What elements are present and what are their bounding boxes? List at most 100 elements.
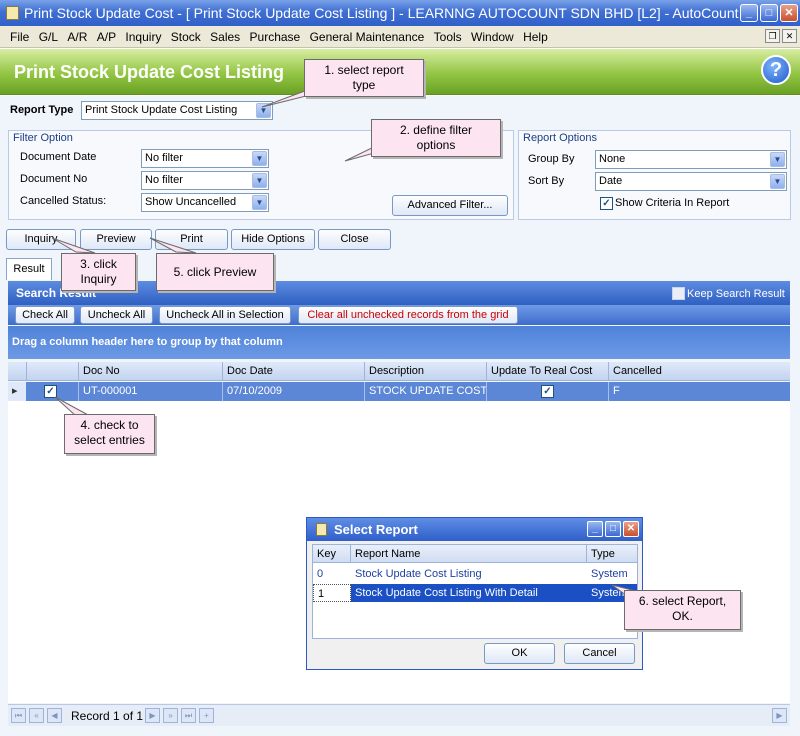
dialog-minimize-button[interactable]: _ [587, 521, 603, 537]
row-indicator-icon: ▸ [8, 382, 26, 401]
hide-options-button[interactable]: Hide Options [231, 229, 315, 250]
report-options-title: Report Options [523, 132, 597, 144]
column-doc-date[interactable]: Doc Date [222, 362, 364, 381]
row-select-cell[interactable]: ✓ [26, 382, 78, 401]
cell-doc-no: UT-000001 [78, 382, 222, 401]
show-criteria-label: Show Criteria In Report [615, 197, 730, 209]
chevron-down-icon[interactable]: ▼ [252, 173, 267, 188]
column-update-to-real-cost[interactable]: Update To Real Cost [486, 362, 608, 381]
report-type-value: Print Stock Update Cost Listing [85, 104, 238, 116]
callout-5: 5. click Preview [156, 253, 274, 291]
next-record-icon[interactable]: ▶ [145, 708, 160, 723]
mdi-restore-button[interactable]: ❐ [765, 29, 780, 43]
group-by-panel[interactable]: Drag a column header here to group by th… [8, 326, 790, 359]
column-doc-no[interactable]: Doc No [78, 362, 222, 381]
menu-general-maintenance[interactable]: General Maintenance [307, 26, 428, 48]
add-record-icon[interactable]: + [199, 708, 214, 723]
inquiry-button[interactable]: Inquiry [6, 229, 76, 250]
table-row[interactable]: ▸ ✓ UT-000001 07/10/2009 STOCK UPDATE CO… [8, 382, 790, 401]
uncheck-all-in-selection-button[interactable]: Uncheck All in Selection [159, 306, 291, 324]
print-button[interactable]: Print [155, 229, 228, 250]
chevron-down-icon[interactable]: ▼ [770, 174, 785, 189]
tab-result[interactable]: Result [6, 258, 52, 280]
last-record-icon[interactable]: ⏭ [181, 708, 196, 723]
help-icon[interactable]: ? [761, 55, 791, 85]
menu-ar[interactable]: A/R [64, 26, 90, 48]
prev-record-icon[interactable]: ◀ [47, 708, 62, 723]
next-page-icon[interactable]: » [163, 708, 178, 723]
prev-page-icon[interactable]: « [29, 708, 44, 723]
menu-window[interactable]: Window [468, 26, 517, 48]
dialog-title: Select Report [334, 522, 418, 537]
document-date-combo[interactable]: No filter ▼ [141, 149, 269, 168]
app-icon [6, 6, 19, 20]
report-row-1-key[interactable]: 1 [313, 584, 351, 602]
first-record-icon[interactable]: ⏮ [11, 708, 26, 723]
record-count: Record 1 of 1 [71, 709, 144, 723]
document-no-combo[interactable]: No filter ▼ [141, 171, 269, 190]
menu-file[interactable]: File [0, 26, 32, 48]
page-title: Print Stock Update Cost Listing [14, 62, 285, 82]
report-row-0-name[interactable]: Stock Update Cost Listing [351, 565, 587, 583]
show-criteria-checkbox[interactable]: ✓ [600, 197, 613, 210]
group-by-label: Group By [528, 153, 575, 165]
group-by-combo[interactable]: None ▼ [595, 150, 787, 169]
column-description[interactable]: Description [364, 362, 486, 381]
menu-stock[interactable]: Stock [168, 26, 204, 48]
preview-button[interactable]: Preview [80, 229, 152, 250]
check-all-button[interactable]: Check All [15, 306, 75, 324]
report-row-0-type[interactable]: System [587, 565, 637, 583]
callout-4: 4. check to select entries [64, 414, 155, 454]
sort-by-combo[interactable]: Date ▼ [595, 172, 787, 191]
column-report-name[interactable]: Report Name [351, 545, 587, 563]
report-type-combo[interactable]: Print Stock Update Cost Listing ▼ [81, 101, 273, 120]
close-button[interactable]: Close [318, 229, 391, 250]
dialog-close-button[interactable]: ✕ [623, 521, 639, 537]
dialog-ok-button[interactable]: OK [484, 643, 555, 664]
column-type[interactable]: Type [587, 545, 637, 563]
update-to-real-cost-checkbox: ✓ [541, 385, 554, 398]
menu-tools[interactable]: Tools [431, 26, 465, 48]
chevron-down-icon[interactable]: ▼ [252, 195, 267, 210]
menu-sales[interactable]: Sales [207, 26, 243, 48]
cancelled-status-combo[interactable]: Show Uncancelled ▼ [141, 193, 269, 212]
menu-bar: File G/L A/R A/P Inquiry Stock Sales Pur… [0, 26, 800, 48]
close-window-button[interactable]: ✕ [780, 4, 798, 22]
dialog-maximize-button[interactable]: □ [605, 521, 621, 537]
advanced-filter-button[interactable]: Advanced Filter... [392, 195, 508, 216]
cancelled-status-label: Cancelled Status: [20, 195, 107, 207]
window-title-bar: Print Stock Update Cost - [ Print Stock … [0, 0, 800, 26]
maximize-button[interactable]: □ [760, 4, 778, 22]
document-date-label: Document Date [20, 151, 97, 163]
report-row-0-key[interactable]: 0 [313, 565, 351, 583]
uncheck-all-button[interactable]: Uncheck All [80, 306, 153, 324]
scroll-right-icon[interactable]: ▶ [772, 708, 787, 723]
cell-update-to-real-cost: ✓ [486, 382, 608, 401]
cell-cancelled: F [608, 382, 790, 401]
row-select-checkbox[interactable]: ✓ [44, 385, 57, 398]
cell-doc-date: 07/10/2009 [222, 382, 364, 401]
select-column-header[interactable] [26, 362, 84, 381]
dialog-cancel-button[interactable]: Cancel [564, 643, 635, 664]
chevron-down-icon[interactable]: ▼ [770, 152, 785, 167]
record-navigator: ⏮ « ◀ Record 1 of 1 ▶ » ⏭ + ▶ [8, 704, 790, 726]
menu-gl[interactable]: G/L [36, 26, 61, 48]
window-title: Print Stock Update Cost - [ Print Stock … [24, 5, 755, 21]
report-list: Key Report Name Type 0 Stock Update Cost… [312, 544, 638, 639]
menu-ap[interactable]: A/P [94, 26, 119, 48]
clear-unchecked-button[interactable]: Clear all unchecked records from the gri… [298, 306, 518, 324]
column-key[interactable]: Key [313, 545, 351, 563]
report-row-1-name[interactable]: Stock Update Cost Listing With Detail [351, 584, 587, 602]
callout-6: 6. select Report, OK. [624, 590, 741, 630]
dialog-app-icon [316, 523, 327, 536]
menu-inquiry[interactable]: Inquiry [122, 26, 164, 48]
chevron-down-icon[interactable]: ▼ [252, 151, 267, 166]
chevron-down-icon[interactable]: ▼ [256, 103, 271, 118]
keep-search-result-checkbox[interactable] [672, 287, 685, 300]
mdi-close-button[interactable]: ✕ [782, 29, 797, 43]
minimize-button[interactable]: _ [740, 4, 758, 22]
document-no-value: No filter [145, 174, 183, 186]
column-cancelled[interactable]: Cancelled [608, 362, 790, 381]
menu-help[interactable]: Help [520, 26, 551, 48]
menu-purchase[interactable]: Purchase [247, 26, 304, 48]
